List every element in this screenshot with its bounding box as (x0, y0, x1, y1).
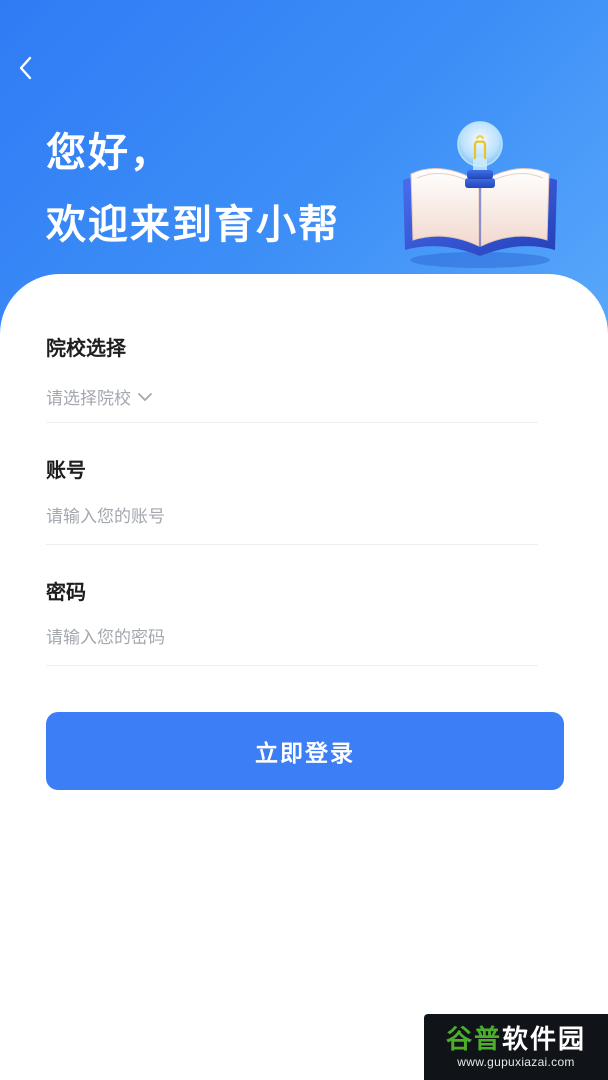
school-label: 院校选择 (46, 336, 126, 360)
back-button[interactable] (10, 52, 42, 84)
watermark-logo: 谷普软件园 www.gupuxiazai.com (424, 1014, 608, 1080)
chevron-down-icon (138, 393, 152, 401)
password-input[interactable] (46, 620, 538, 656)
watermark-title-white: 软件园 (502, 1025, 587, 1055)
school-select[interactable]: 请选择院校 (46, 380, 153, 412)
chevron-left-icon (19, 56, 32, 80)
watermark-url: www.gupuxiazai.com (457, 1055, 575, 1069)
account-input[interactable] (46, 499, 538, 535)
account-label: 账号 (46, 458, 86, 482)
password-label: 密码 (46, 580, 86, 604)
login-button[interactable]: 立即登录 (46, 712, 564, 790)
welcome-title: 欢迎来到育小帮 (46, 202, 340, 248)
watermark-title: 谷普软件园 (446, 1025, 586, 1055)
school-select-placeholder: 请选择院校 (46, 388, 131, 409)
divider (46, 665, 538, 666)
greeting-title: 您好， (46, 130, 172, 176)
book-lightbulb-illustration (403, 121, 557, 268)
login-screen: 您好， 欢迎来到育小帮 院校选择 请选择院校 账号 请输入您的账号 密码 立即登… (0, 0, 608, 1080)
watermark-title-green: 谷普 (445, 1025, 502, 1055)
divider (46, 544, 538, 545)
divider (46, 422, 538, 423)
